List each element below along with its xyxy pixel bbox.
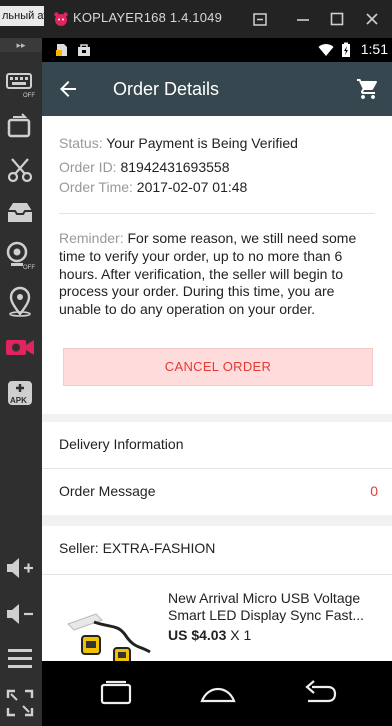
recent-apps-icon[interactable]: [96, 679, 136, 707]
file-notification-icon: [54, 42, 70, 58]
order-info-card: Status: Your Payment is Being Verified O…: [42, 116, 392, 414]
status-time: 1:51: [360, 41, 388, 57]
video-record-icon[interactable]: [3, 330, 37, 364]
home-icon[interactable]: [198, 679, 238, 707]
camera-off-icon[interactable]: OFF: [3, 238, 37, 272]
product-price: US $4.03: [168, 627, 227, 643]
status-value: Your Payment is Being Verified: [106, 135, 298, 151]
inbox-icon[interactable]: [3, 195, 37, 229]
status-label: Status:: [59, 135, 103, 151]
delivery-information-row[interactable]: Delivery Information: [42, 422, 392, 468]
restore-icon[interactable]: [250, 9, 270, 29]
rotate-icon[interactable]: [3, 110, 37, 144]
order-message-label: Order Message: [59, 483, 156, 499]
svg-text:OFF: OFF: [23, 93, 35, 99]
order-time-label: Order Time:: [59, 179, 133, 195]
seller-card: Seller: EXTRA-FASHION New Arrival Micro …: [42, 526, 392, 661]
divider: [59, 213, 375, 214]
order-id-label: Order ID:: [59, 159, 117, 175]
seller-name[interactable]: Seller: EXTRA-FASHION: [59, 540, 215, 556]
order-status: Status: Your Payment is Being Verified: [59, 135, 298, 151]
shop-notification-icon: [76, 42, 92, 58]
location-icon[interactable]: [3, 284, 37, 318]
keyboard-icon[interactable]: OFF: [3, 66, 37, 100]
back-arrow-icon[interactable]: [56, 77, 80, 101]
volume-down-icon[interactable]: [3, 597, 37, 631]
android-status-bar: 1:51: [42, 38, 392, 62]
reminder-label: Reminder:: [59, 230, 124, 246]
product-price-line: US $4.03 X 1: [168, 627, 251, 643]
product-image[interactable]: [56, 596, 156, 661]
seller-divider: [42, 574, 392, 575]
koplayer-logo-icon: [54, 12, 68, 26]
android-nav-bar: [42, 661, 392, 726]
order-details-content: Status: Your Payment is Being Verified O…: [42, 116, 392, 661]
minimize-icon[interactable]: [293, 9, 313, 29]
scissors-icon[interactable]: [3, 153, 37, 187]
sidebar-expand-icon[interactable]: ▸▸: [0, 38, 42, 52]
order-message-count: 0: [370, 483, 378, 499]
reminder-text: Reminder: For some reason, we still need…: [59, 230, 377, 319]
product-quantity: X 1: [230, 627, 252, 643]
back-nav-icon[interactable]: [300, 679, 340, 707]
product-title[interactable]: New Arrival Micro USB Voltage Smart LED …: [168, 590, 378, 624]
order-id: Order ID: 81942431693558: [59, 159, 229, 175]
emulator-window: льный ат KOPLAYER168 1.4.1049 ▸▸ OFF OFF…: [0, 0, 392, 726]
volume-up-icon[interactable]: [3, 551, 37, 585]
fullscreen-icon[interactable]: [3, 686, 37, 720]
order-time: Order Time: 2017-02-07 01:48: [59, 179, 247, 195]
emulator-sidebar: ▸▸ OFF OFF APK: [0, 38, 42, 726]
battery-charging-icon: [338, 42, 354, 58]
page-title: Order Details: [113, 79, 220, 99]
app-header: Order Details: [42, 62, 392, 116]
previous-tab[interactable]: льный ат: [0, 6, 44, 26]
svg-text:OFF: OFF: [23, 265, 35, 271]
emulator-title: KOPLAYER168 1.4.1049: [73, 10, 223, 25]
maximize-icon[interactable]: [327, 9, 347, 29]
order-id-value: 81942431693558: [120, 159, 230, 175]
order-message-row[interactable]: Order Message 0: [42, 469, 392, 515]
apk-install-icon[interactable]: APK: [3, 376, 37, 410]
close-icon[interactable]: [362, 9, 382, 29]
shopping-cart-icon[interactable]: [356, 77, 380, 101]
delivery-information-label: Delivery Information: [59, 436, 184, 452]
cancel-order-button[interactable]: CANCEL ORDER: [63, 348, 373, 386]
order-time-value: 2017-02-07 01:48: [136, 179, 248, 195]
svg-text:APK: APK: [10, 396, 27, 405]
emulator-title-bar: льный ат KOPLAYER168 1.4.1049: [0, 0, 392, 38]
menu-icon[interactable]: [3, 641, 37, 675]
wifi-icon: [318, 42, 334, 58]
